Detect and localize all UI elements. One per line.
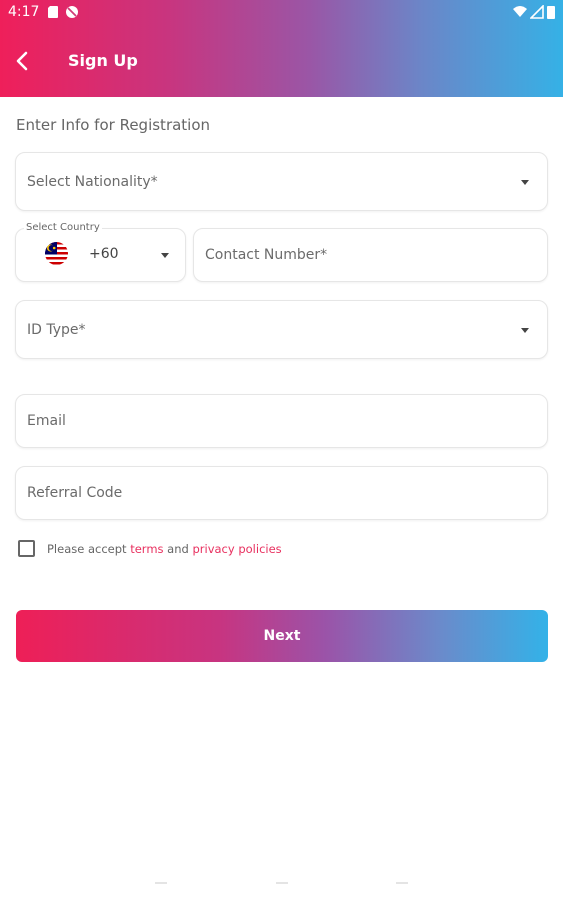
chevron-down-icon [521, 328, 529, 333]
back-arrow-icon[interactable] [10, 48, 36, 74]
do-not-disturb-icon [66, 6, 78, 18]
accept-terms-checkbox[interactable] [18, 540, 35, 557]
chevron-down-icon [161, 253, 169, 258]
referral-code-placeholder: Referral Code [27, 485, 123, 501]
contact-number-placeholder: Contact Number* [205, 247, 328, 263]
privacy-policies-link[interactable]: privacy policies [192, 542, 281, 556]
malaysia-flag-icon [45, 242, 68, 265]
terms-link[interactable]: terms [130, 542, 163, 556]
id-type-select[interactable]: ID Type* [15, 300, 548, 359]
email-input[interactable]: Email [15, 394, 548, 448]
status-bar: 4:17 [0, 0, 563, 26]
app-header: 4:17 Sign Up [0, 0, 563, 97]
contact-number-input[interactable]: Contact Number* [193, 228, 548, 282]
nav-recents-mark[interactable] [396, 882, 408, 884]
page-title: Sign Up [68, 51, 138, 70]
nationality-select[interactable]: Select Nationality* [15, 152, 548, 211]
accept-and: and [163, 542, 193, 556]
registration-heading: Enter Info for Registration [16, 116, 211, 134]
id-type-placeholder: ID Type* [27, 322, 86, 338]
signal-icon [530, 5, 544, 19]
country-code-value: +60 [89, 246, 119, 262]
email-placeholder: Email [27, 413, 66, 429]
system-nav-bar [0, 870, 563, 900]
chevron-down-icon [521, 180, 529, 185]
nav-home-mark[interactable] [276, 882, 288, 884]
country-label: Select Country [24, 222, 102, 233]
wifi-icon [513, 6, 527, 17]
next-button[interactable]: Next [16, 610, 548, 662]
nationality-placeholder: Select Nationality* [27, 174, 158, 190]
sd-card-icon [48, 6, 58, 18]
status-time: 4:17 [8, 4, 40, 20]
accept-terms-text: Please accept terms and privacy policies [47, 542, 282, 556]
nav-back-mark[interactable] [155, 882, 167, 884]
battery-icon [547, 6, 555, 19]
accept-prefix: Please accept [47, 542, 131, 556]
referral-code-input[interactable]: Referral Code [15, 466, 548, 520]
